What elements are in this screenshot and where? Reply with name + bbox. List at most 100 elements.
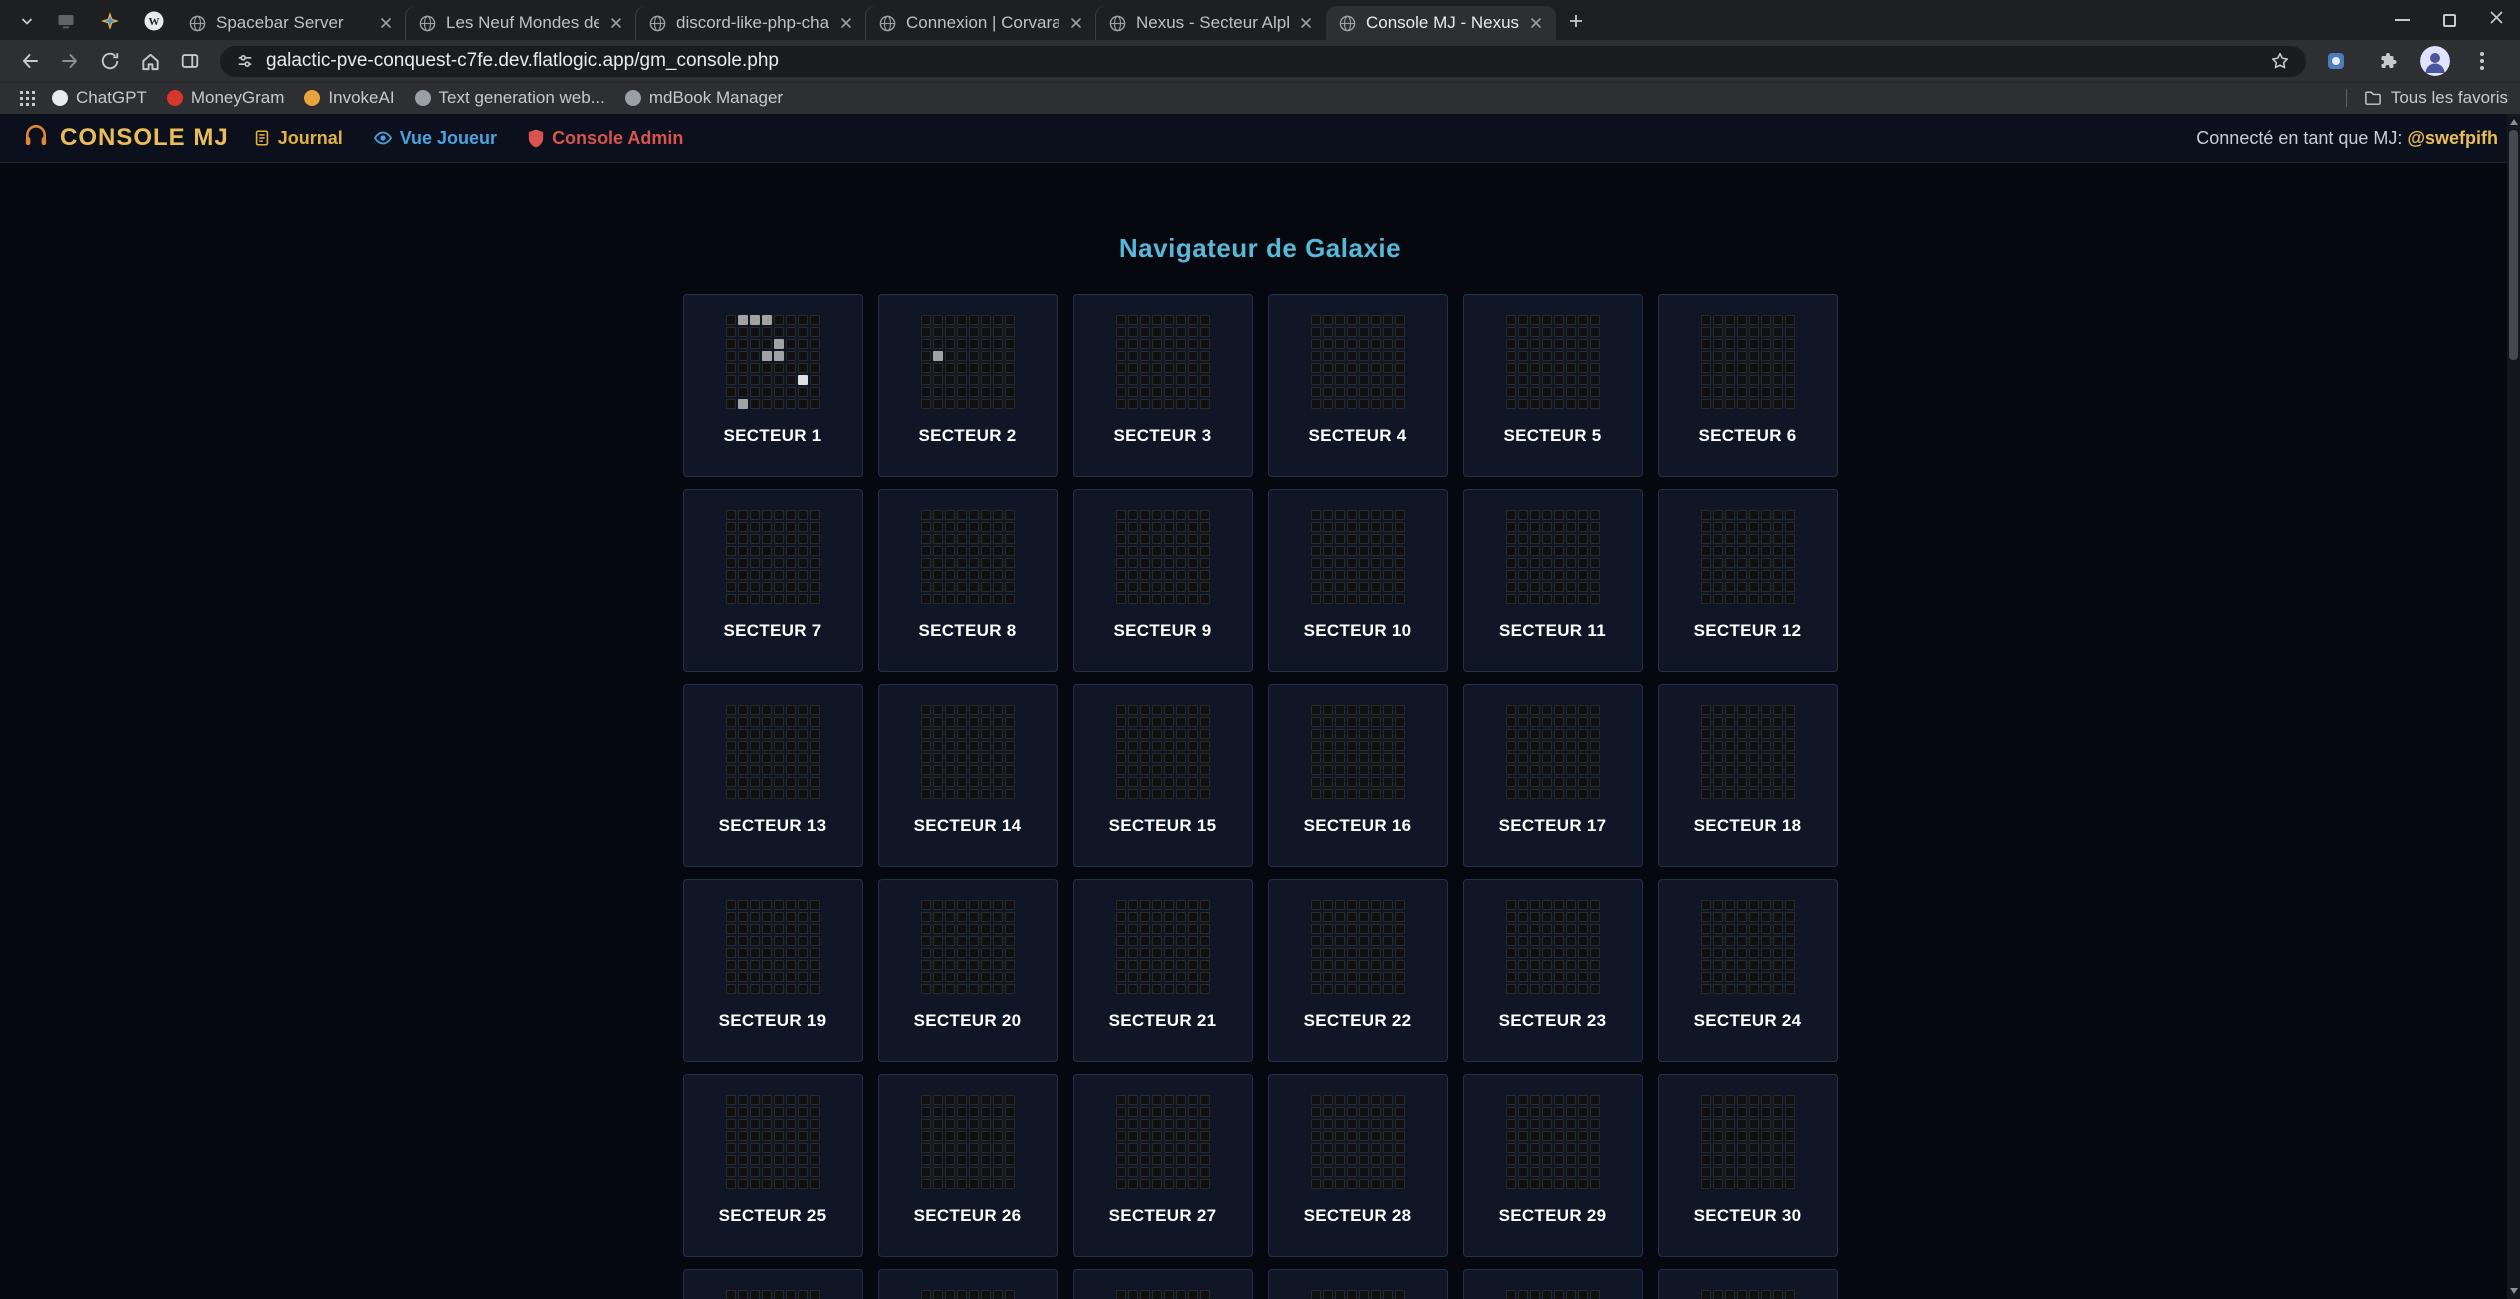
browser-tab[interactable]: Nexus - Secteur Alpha [G1] [1096, 6, 1326, 40]
sector-card[interactable]: SECTEUR 35 [1463, 1269, 1643, 1299]
pinned-tab[interactable]: W [132, 6, 176, 40]
tab-close-icon[interactable] [1068, 15, 1084, 31]
sector-tile [1749, 777, 1759, 787]
pinned-tab[interactable] [88, 6, 132, 40]
sector-tile [1725, 765, 1735, 775]
tab-close-icon[interactable] [378, 15, 394, 31]
scrollbar-down-arrow-icon[interactable] [2510, 1288, 2518, 1294]
sector-tile [1311, 1167, 1321, 1177]
pinned-extension-button[interactable] [2316, 41, 2356, 81]
sector-card[interactable]: SECTEUR 24 [1658, 879, 1838, 1062]
home-button[interactable] [130, 41, 170, 81]
sector-card[interactable]: SECTEUR 19 [683, 879, 863, 1062]
sector-tile [1566, 1107, 1576, 1117]
sector-card[interactable]: SECTEUR 11 [1463, 489, 1643, 672]
sector-card[interactable]: SECTEUR 14 [878, 684, 1058, 867]
sector-card[interactable]: SECTEUR 21 [1073, 879, 1253, 1062]
bookmark-item[interactable]: MoneyGram [157, 85, 295, 111]
sector-tile [1773, 570, 1783, 580]
browser-menu-button[interactable] [2462, 41, 2502, 81]
bookmark-item[interactable]: Text generation web... [405, 85, 615, 111]
sector-card[interactable]: SECTEUR 26 [878, 1074, 1058, 1257]
sector-tile [1590, 972, 1600, 982]
tab-close-icon[interactable] [608, 15, 624, 31]
forward-button[interactable] [50, 41, 90, 81]
sector-card[interactable]: SECTEUR 9 [1073, 489, 1253, 672]
new-tab-button[interactable] [1556, 6, 1596, 40]
sector-card[interactable]: SECTEUR 6 [1658, 294, 1838, 477]
sector-card[interactable]: SECTEUR 7 [683, 489, 863, 672]
sector-card[interactable]: SECTEUR 16 [1268, 684, 1448, 867]
all-bookmarks-button[interactable]: Tous les favoris [2346, 88, 2508, 108]
nav-item-journal[interactable]: Journal [253, 128, 343, 149]
sector-card[interactable]: SECTEUR 31 [683, 1269, 863, 1299]
sector-tile [1506, 387, 1516, 397]
browser-tab[interactable]: Console MJ - Nexus [1326, 6, 1556, 40]
sector-tile [993, 1107, 1003, 1117]
sector-card[interactable]: SECTEUR 20 [878, 879, 1058, 1062]
sector-card[interactable]: SECTEUR 4 [1268, 294, 1448, 477]
page-scrollbar[interactable] [2507, 114, 2520, 1299]
scrollbar-thumb[interactable] [2509, 130, 2518, 360]
sector-card[interactable]: SECTEUR 34 [1268, 1269, 1448, 1299]
reload-button[interactable] [90, 41, 130, 81]
browser-tab[interactable]: Spacebar Server [176, 6, 406, 40]
close-window-button[interactable] [2473, 0, 2520, 40]
sector-card[interactable]: SECTEUR 22 [1268, 879, 1448, 1062]
sector-tile [1725, 387, 1735, 397]
sector-card[interactable]: SECTEUR 25 [683, 1074, 863, 1257]
address-bar[interactable]: galactic-pve-conquest-c7fe.dev.flatlogic… [220, 46, 2306, 77]
sector-card[interactable]: SECTEUR 18 [1658, 684, 1838, 867]
minimize-button[interactable] [2379, 0, 2426, 40]
sector-card[interactable]: SECTEUR 10 [1268, 489, 1448, 672]
sector-card[interactable]: SECTEUR 5 [1463, 294, 1643, 477]
sector-card[interactable]: SECTEUR 33 [1073, 1269, 1253, 1299]
sector-tile [1773, 594, 1783, 604]
sector-tile [1737, 912, 1747, 922]
sector-card[interactable]: SECTEUR 2 [878, 294, 1058, 477]
site-settings-button[interactable] [236, 52, 254, 70]
side-panel-button[interactable] [170, 41, 210, 81]
pinned-tab[interactable] [44, 6, 88, 40]
bookmark-item[interactable]: mdBook Manager [615, 85, 793, 111]
sector-card[interactable]: SECTEUR 3 [1073, 294, 1253, 477]
bookmark-star-button[interactable] [2270, 51, 2290, 71]
sector-card[interactable]: SECTEUR 30 [1658, 1074, 1838, 1257]
sector-tile [1152, 399, 1162, 409]
sector-card[interactable]: SECTEUR 13 [683, 684, 863, 867]
apps-button[interactable] [12, 85, 42, 111]
profile-avatar[interactable] [2420, 46, 2450, 76]
browser-tab[interactable]: Connexion | Corvara [866, 6, 1096, 40]
sector-card[interactable]: SECTEUR 12 [1658, 489, 1838, 672]
sector-tile [1188, 729, 1198, 739]
tab-close-icon[interactable] [1298, 15, 1314, 31]
sector-card[interactable]: SECTEUR 29 [1463, 1074, 1643, 1257]
sector-card[interactable]: SECTEUR 15 [1073, 684, 1253, 867]
tab-close-icon[interactable] [1528, 15, 1544, 31]
sector-card[interactable]: SECTEUR 36 [1658, 1269, 1838, 1299]
sector-card[interactable]: SECTEUR 27 [1073, 1074, 1253, 1257]
sector-tile [1542, 534, 1552, 544]
sector-tile [1383, 558, 1393, 568]
journal-icon [253, 129, 271, 147]
sector-card[interactable]: SECTEUR 23 [1463, 879, 1643, 1062]
sector-card[interactable]: SECTEUR 28 [1268, 1074, 1448, 1257]
back-button[interactable] [10, 41, 50, 81]
nav-item-vue-joueur[interactable]: Vue Joueur [373, 128, 497, 149]
browser-tab[interactable]: discord-like-php-chat-7262.de... [636, 6, 866, 40]
sector-card[interactable]: SECTEUR 32 [878, 1269, 1058, 1299]
tab-search-button[interactable] [10, 6, 44, 40]
maximize-button[interactable] [2426, 0, 2473, 40]
browser-tab[interactable]: Les Neuf Mondes de la Mythol... [406, 6, 636, 40]
bookmark-item[interactable]: ChatGPT [42, 85, 157, 111]
tab-close-icon[interactable] [838, 15, 854, 31]
sector-card[interactable]: SECTEUR 17 [1463, 684, 1643, 867]
sector-tile [945, 1119, 955, 1129]
scrollbar-up-arrow-icon[interactable] [2510, 119, 2518, 125]
nav-item-console-admin[interactable]: Console Admin [527, 128, 683, 149]
sector-card[interactable]: SECTEUR 8 [878, 489, 1058, 672]
sector-tile [1773, 546, 1783, 556]
bookmark-item[interactable]: InvokeAI [294, 85, 404, 111]
extensions-button[interactable] [2368, 41, 2408, 81]
sector-card[interactable]: SECTEUR 1 [683, 294, 863, 477]
